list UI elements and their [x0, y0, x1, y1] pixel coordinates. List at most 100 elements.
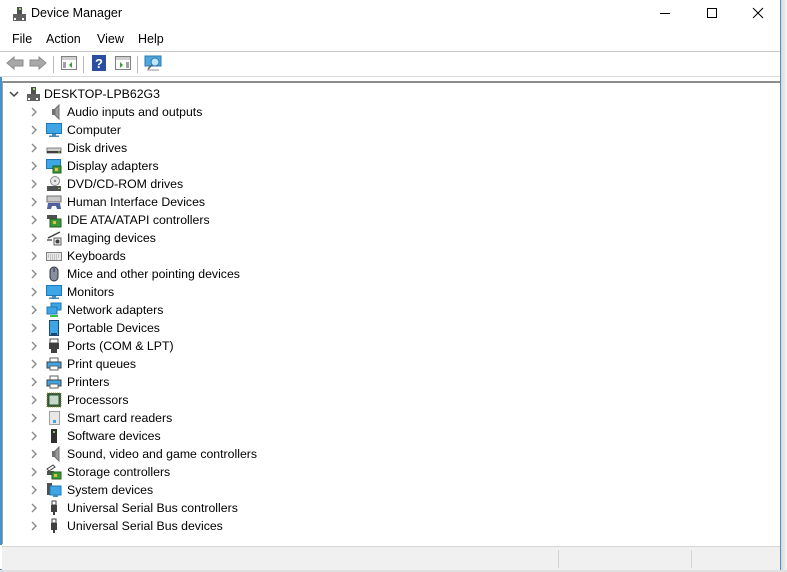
tree-category-item[interactable]: Computer [29, 121, 121, 139]
chevron-right-icon[interactable] [29, 305, 39, 315]
chevron-right-icon[interactable] [29, 341, 39, 351]
forward-button[interactable] [28, 54, 48, 74]
chevron-right-icon[interactable] [29, 413, 39, 423]
ide-controller-icon [46, 212, 62, 228]
chevron-right-icon[interactable] [29, 197, 39, 207]
tree-category-item[interactable]: Universal Serial Bus devices [29, 517, 223, 535]
tree-category-item[interactable]: DVD/CD-ROM drives [29, 175, 183, 193]
printer-icon [46, 356, 62, 372]
toolbar: ? [0, 52, 780, 77]
chevron-right-icon[interactable] [29, 215, 39, 225]
tree-category-item[interactable]: Keyboards [29, 247, 126, 265]
chevron-right-icon[interactable] [29, 179, 39, 189]
chevron-right-icon[interactable] [29, 521, 39, 531]
toolbar-separator [83, 56, 84, 73]
tree-category-item[interactable]: Software devices [29, 427, 161, 445]
tree-category-item[interactable]: Smart card readers [29, 409, 172, 427]
menu-file[interactable]: File [10, 32, 34, 46]
computer-tower-icon [25, 86, 41, 102]
device-manager-app-icon [11, 6, 27, 22]
tree-category-label: Printers [67, 375, 110, 389]
chevron-right-icon[interactable] [29, 485, 39, 495]
tree-category-item[interactable]: System devices [29, 481, 153, 499]
chevron-right-icon[interactable] [29, 503, 39, 513]
chevron-down-icon[interactable] [9, 89, 19, 99]
usb-icon [46, 500, 62, 516]
chevron-right-icon[interactable] [29, 107, 39, 117]
tree-category-item[interactable]: Storage controllers [29, 463, 170, 481]
tree-root-computer[interactable]: DESKTOP-LPB62G3 [9, 85, 160, 103]
tree-category-item[interactable]: Universal Serial Bus controllers [29, 499, 238, 517]
menu-help[interactable]: Help [136, 32, 166, 46]
chevron-right-icon[interactable] [29, 125, 39, 135]
tree-category-item[interactable]: Print queues [29, 355, 136, 373]
maximize-button[interactable] [689, 0, 735, 28]
chevron-right-icon[interactable] [29, 431, 39, 441]
mouse-icon [46, 266, 62, 282]
tree-category-item[interactable]: Network adapters [29, 301, 163, 319]
tree-category-item[interactable]: Audio inputs and outputs [29, 103, 202, 121]
device-tree[interactable]: DESKTOP-LPB62G3 Audio inputs and outputs… [2, 81, 780, 544]
forward-arrow-icon [29, 55, 47, 73]
chevron-right-icon[interactable] [29, 287, 39, 297]
tree-category-label: Human Interface Devices [67, 195, 206, 209]
title-bar[interactable]: Device Manager [0, 0, 780, 28]
printer-icon [46, 374, 62, 390]
tree-category-item[interactable]: Monitors [29, 283, 114, 301]
tree-category-item[interactable]: Printers [29, 373, 109, 391]
tree-category-label: Storage controllers [67, 465, 171, 479]
chevron-right-icon[interactable] [29, 449, 39, 459]
close-button[interactable] [735, 0, 781, 28]
tree-category-item[interactable]: Display adapters [29, 157, 159, 175]
status-divider [558, 550, 559, 568]
chevron-right-icon[interactable] [29, 143, 39, 153]
tree-category-label: Processors [67, 393, 129, 407]
tree-category-label: DVD/CD-ROM drives [67, 177, 184, 191]
action-pane-icon [115, 55, 131, 73]
tree-category-label: Universal Serial Bus controllers [67, 501, 238, 515]
minimize-button[interactable] [642, 0, 688, 28]
monitor-scan-icon [144, 55, 162, 74]
portable-device-icon [46, 320, 62, 336]
svg-text:?: ? [95, 56, 103, 71]
help-icon: ? [92, 54, 106, 74]
tree-category-label: IDE ATA/ATAPI controllers [67, 213, 210, 227]
tree-category-item[interactable]: Disk drives [29, 139, 127, 157]
chevron-right-icon[interactable] [29, 377, 39, 387]
tree-category-item[interactable]: Imaging devices [29, 229, 156, 247]
chevron-right-icon[interactable] [29, 323, 39, 333]
tree-category-label: Portable Devices [67, 321, 160, 335]
chevron-right-icon[interactable] [29, 395, 39, 405]
device-manager-window: Device Manager File Action View Help ? D… [0, 0, 781, 570]
maximize-icon [706, 7, 718, 22]
chevron-right-icon[interactable] [29, 269, 39, 279]
tree-category-item[interactable]: Sound, video and game controllers [29, 445, 257, 463]
chevron-right-icon[interactable] [29, 467, 39, 477]
tree-category-item[interactable]: Mice and other pointing devices [29, 265, 240, 283]
disk-drive-icon [46, 140, 62, 156]
tree-category-label: Monitors [67, 285, 115, 299]
tree-category-item[interactable]: Human Interface Devices [29, 193, 205, 211]
show-hide-console-tree-button[interactable] [59, 54, 79, 74]
chevron-right-icon[interactable] [29, 161, 39, 171]
system-devices-icon [46, 482, 62, 498]
show-action-pane-button[interactable] [113, 54, 133, 74]
scan-hardware-changes-button[interactable] [143, 54, 163, 74]
menu-action[interactable]: Action [44, 32, 83, 46]
help-button[interactable]: ? [89, 54, 109, 74]
minimize-icon [659, 7, 671, 22]
back-button[interactable] [5, 54, 25, 74]
tree-category-item[interactable]: Portable Devices [29, 319, 160, 337]
chevron-right-icon[interactable] [29, 251, 39, 261]
chevron-right-icon[interactable] [29, 359, 39, 369]
chevron-right-icon[interactable] [29, 233, 39, 243]
tree-category-item[interactable]: IDE ATA/ATAPI controllers [29, 211, 210, 229]
tree-category-label: Keyboards [67, 249, 126, 263]
speaker-icon [46, 104, 62, 120]
camera-icon [46, 230, 62, 246]
menu-view[interactable]: View [95, 32, 126, 46]
tree-root-label: DESKTOP-LPB62G3 [44, 87, 160, 101]
tree-category-item[interactable]: Ports (COM & LPT) [29, 337, 174, 355]
tree-category-item[interactable]: Processors [29, 391, 129, 409]
tree-category-label: Universal Serial Bus devices [67, 519, 223, 533]
